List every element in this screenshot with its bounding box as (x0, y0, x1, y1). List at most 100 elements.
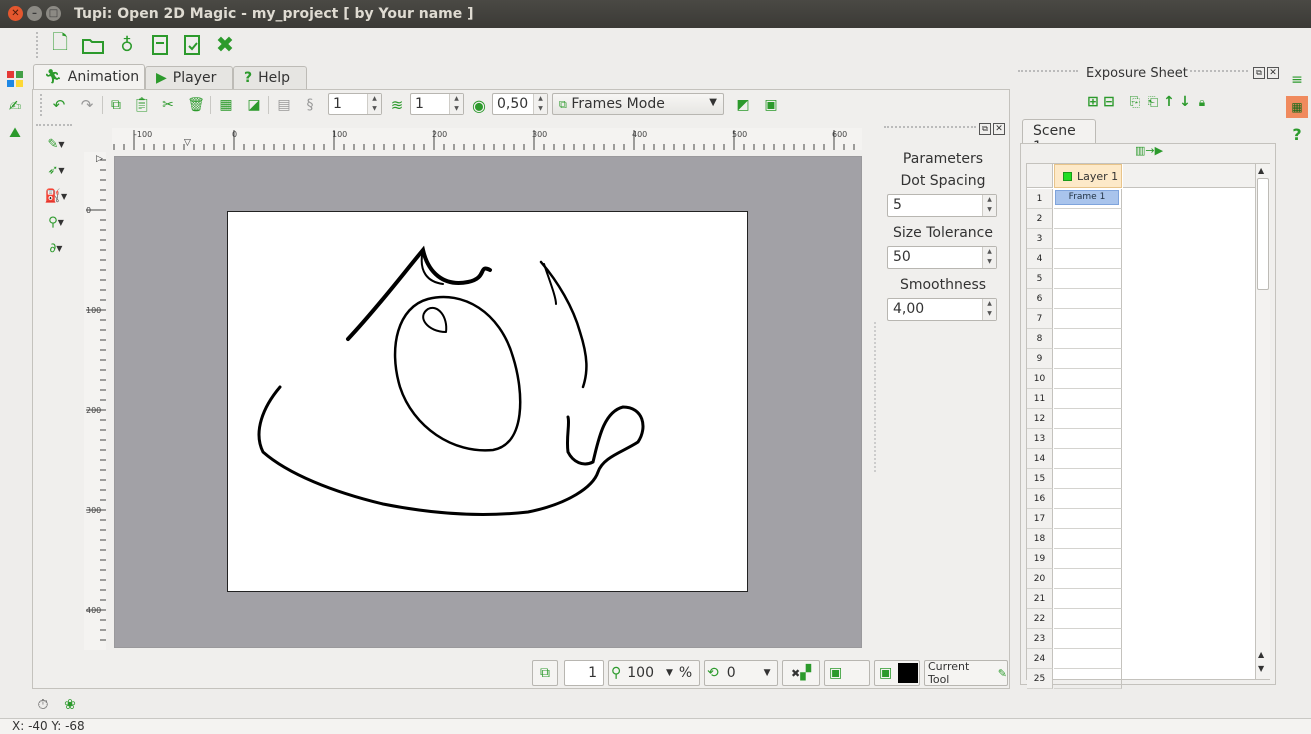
exposure-sheet-table[interactable]: Layer 1 1 2 3 4 5 6 7 8 9 10 11 12 13 14 15 16 17 18 19 20 2… (1026, 163, 1270, 689)
camera-settings-icon[interactable]: ◩ (732, 94, 754, 116)
frame-cell[interactable] (1054, 509, 1122, 529)
spin-arrows[interactable]: ▲ ▼ (982, 299, 996, 320)
insert-frame-icon[interactable]: ⎘ (1128, 94, 1142, 110)
frame-cell[interactable] (1054, 269, 1122, 289)
close-project-icon[interactable]: ✖ (212, 32, 238, 58)
safe-area-icon[interactable]: ◪ (244, 94, 264, 116)
size-tolerance-input[interactable]: 50 ▲ ▼ (887, 246, 997, 269)
frame-cell[interactable] (1054, 669, 1122, 689)
timer-icon[interactable]: ⏱ (34, 696, 52, 714)
float-panel-icon[interactable]: ⧉ (979, 123, 991, 135)
mode-combo[interactable]: ⧉ Frames Mode ▼ (552, 93, 724, 115)
select-tool-icon[interactable]: ➶ ▼ (38, 160, 74, 180)
open-network-icon[interactable]: ♁ (114, 32, 140, 58)
drawing-stage[interactable] (227, 211, 748, 592)
frame-cell-selected[interactable]: Frame 1 (1055, 190, 1119, 205)
layer-visibility-icon[interactable] (1063, 171, 1072, 181)
frame-cell[interactable] (1054, 369, 1122, 389)
frame-cell[interactable] (1054, 389, 1122, 409)
move-up-icon[interactable]: ↑ (1162, 94, 1176, 110)
close-window-icon[interactable]: ✕ (8, 6, 23, 21)
bg-color-button[interactable]: ▣ (824, 660, 870, 686)
opacity-icon[interactable]: ◉ (468, 94, 490, 116)
tab-animation[interactable]: 🏃︎ Animation (33, 64, 145, 89)
antialias-toggle[interactable]: ✖ ▞ (782, 660, 820, 686)
frame-cell[interactable] (1054, 249, 1122, 269)
cut-icon[interactable]: ✂ (158, 94, 178, 116)
scroll-up-icon[interactable]: ▲ (1258, 166, 1264, 175)
save-as-icon[interactable] (180, 32, 204, 58)
move-down-icon[interactable]: ↓ (1178, 94, 1192, 110)
scroll-up-icon[interactable]: ▲ (1258, 650, 1264, 659)
paste-icon[interactable]: 📋︎ (132, 94, 152, 116)
spin-arrows[interactable]: ▲ ▼ (533, 94, 547, 114)
frame-cell[interactable] (1054, 649, 1122, 669)
dot-spacing-input[interactable]: 5 ▲ ▼ (887, 194, 997, 217)
undo-icon[interactable]: ↶ (48, 94, 70, 116)
frame-cell[interactable] (1054, 429, 1122, 449)
tools-grip[interactable] (36, 124, 72, 126)
frame-cell[interactable] (1054, 329, 1122, 349)
exposure-grip-right[interactable] (1190, 70, 1248, 72)
frame-cell[interactable] (1054, 569, 1122, 589)
library-icon[interactable]: ⛰ (5, 124, 25, 142)
paw-icon[interactable]: ❀ (60, 696, 80, 714)
onion-next-icon[interactable]: § (300, 94, 320, 116)
delete-icon[interactable]: 🗑︎ (186, 94, 206, 116)
layers-onion-icon[interactable]: ≋ (386, 94, 408, 116)
frame-number-field[interactable]: 1 (564, 660, 604, 686)
frame-cell[interactable] (1054, 609, 1122, 629)
grid-icon[interactable]: ▦ (216, 94, 236, 116)
pen-color-button[interactable]: ▣ (874, 660, 920, 686)
remove-frame-icon[interactable]: ⎗ (1146, 94, 1160, 110)
add-layer-icon[interactable]: ⊞ (1086, 94, 1100, 110)
exposure-sheet-icon[interactable]: ▦ (1286, 96, 1308, 118)
tween-tool-icon[interactable]: ∂ ▼ (38, 238, 74, 258)
frame-cell[interactable] (1054, 309, 1122, 329)
lock-frame-icon[interactable]: 🔒︎ (1195, 94, 1209, 110)
colors-palette-icon[interactable] (6, 70, 24, 88)
maximize-window-icon[interactable]: □ (46, 6, 61, 21)
previous-frames-spin[interactable]: 1 ▲ ▼ (328, 93, 382, 115)
copy-icon[interactable]: ⧉ (106, 94, 126, 116)
tab-help[interactable]: ? Help (233, 66, 307, 89)
frame-cell[interactable] (1054, 549, 1122, 569)
smoothness-input[interactable]: 4,00 ▲ ▼ (887, 298, 997, 321)
scroll-down-icon[interactable]: ▼ (1258, 664, 1264, 673)
float-panel-icon[interactable]: ⧉ (1253, 67, 1265, 79)
minimize-window-icon[interactable]: – (27, 6, 42, 21)
tab-player[interactable]: ▶ Player (145, 66, 233, 89)
fullscreen-icon[interactable]: ▣ (760, 94, 782, 116)
frame-cell[interactable] (1054, 409, 1122, 429)
exposure-grip[interactable] (1018, 70, 1078, 72)
scrollbar-thumb[interactable] (1257, 178, 1269, 290)
toolbar-grip[interactable] (36, 32, 38, 58)
frame-cell[interactable] (1054, 489, 1122, 509)
spin-arrows[interactable]: ▲ ▼ (982, 195, 996, 216)
frame-cell[interactable] (1054, 289, 1122, 309)
params-grip[interactable] (884, 126, 976, 128)
frame-cell[interactable] (1054, 229, 1122, 249)
zoom-combo[interactable]: ⚲ 100 ▼ % (608, 660, 700, 686)
layer-header[interactable]: Layer 1 (1054, 164, 1122, 188)
params-splitter[interactable] (874, 322, 876, 472)
frames-icon[interactable]: ⧉ (532, 660, 558, 686)
zoom-tool-icon[interactable]: ⚲ ▼ (38, 212, 74, 232)
pen-properties-icon[interactable]: ✍ (6, 96, 24, 116)
save-icon[interactable] (148, 32, 172, 58)
toolbar-grip-2[interactable] (40, 94, 42, 116)
spin-arrows[interactable]: ▲ ▼ (367, 94, 381, 114)
fill-tool-icon[interactable]: ⛽ ▼ (38, 186, 74, 206)
close-panel-icon[interactable]: ✕ (1267, 67, 1279, 79)
opacity-spin[interactable]: 0,50 ▲ ▼ (492, 93, 548, 115)
spin-arrows[interactable]: ▲ ▼ (449, 94, 463, 114)
open-folder-icon[interactable] (80, 32, 106, 58)
frame-cell[interactable] (1054, 589, 1122, 609)
close-panel-icon[interactable]: ✕ (993, 123, 1005, 135)
frame-cell[interactable] (1054, 209, 1122, 229)
help-icon[interactable]: ? (1288, 124, 1306, 144)
scenes-icon[interactable]: ≡ (1288, 70, 1306, 90)
pencil-tool-icon[interactable]: ✎ ▼ (38, 134, 74, 154)
scene-to-movie-icon[interactable]: ▥→▶ (1126, 143, 1172, 157)
new-project-icon[interactable]: 🗋 (48, 30, 72, 58)
